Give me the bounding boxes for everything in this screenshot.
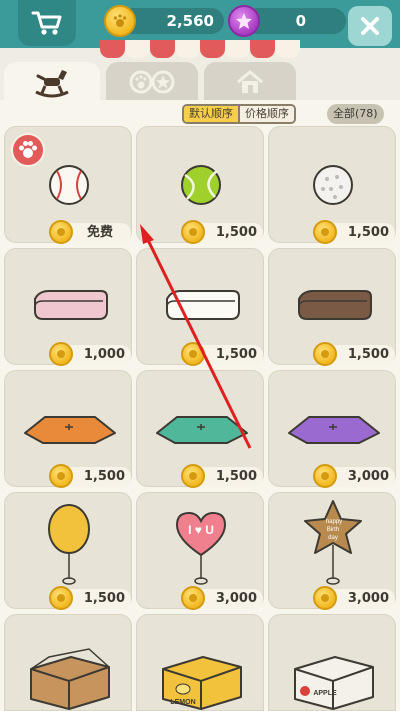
item-card[interactable]: 免费 [4,126,132,244]
pink-blanket-icon [34,290,108,320]
apple-box-icon: APPLE [294,656,374,710]
yellow-balloon-icon [48,504,90,585]
orange-cushion-icon [24,416,116,444]
coin-icon [313,464,337,488]
tennis-ball-icon [181,165,221,205]
item-grid: 免费 1,500 1,500 1,000 1,500 1,500 1,500 1… [0,0,400,711]
coin-icon [49,220,73,244]
price-tag: 1,500 [181,220,263,244]
item-card[interactable]: LEMON [136,614,264,711]
coin-icon [181,342,205,366]
white-ball-icon [313,165,353,205]
price-tag: 3,000 [181,586,263,610]
price-value: 3,000 [347,469,389,484]
item-card[interactable]: 3,000 [268,370,396,488]
price-tag: 1,500 [181,464,263,488]
item-card[interactable]: 1,500 [136,126,264,244]
item-card[interactable]: APPLE [268,614,396,711]
price-tag: 1,000 [49,342,131,366]
coin-icon [313,586,337,610]
coin-icon [181,586,205,610]
brown-blanket-icon [298,290,372,320]
price-tag: 免费 [49,220,131,244]
coin-icon [181,464,205,488]
coin-icon [49,464,73,488]
heart-balloon-text: I ♥ U [188,523,214,537]
price-tag: 3,000 [313,586,395,610]
lemon-box-icon: LEMON [162,656,242,710]
price-value: 1,000 [83,347,125,362]
baseball-icon [49,165,89,205]
heart-balloon-icon: I ♥ U [175,511,227,585]
coin-icon [49,342,73,366]
price-value: 3,000 [215,591,257,606]
item-card[interactable]: happy Birth day 3,000 [268,492,396,610]
price-tag: 1,500 [313,220,395,244]
price-tag: 1,500 [181,342,263,366]
star-balloon-line-3: day [328,535,338,541]
price-value: 1,500 [215,225,257,240]
price-value: 3,000 [347,591,389,606]
price-tag: 1,500 [313,342,395,366]
price-value: 1,500 [215,347,257,362]
price-value: 1,500 [347,225,389,240]
item-card[interactable]: 1,500 [136,370,264,488]
coin-icon [49,586,73,610]
lemon-box-text: LEMON [170,699,195,706]
teal-cushion-icon [156,416,248,444]
star-balloon-line-1: happy [326,519,342,525]
price-tag: 1,500 [49,586,131,610]
price-tag: 1,500 [49,464,131,488]
star-balloon-line-2: Birth [327,527,339,533]
item-card[interactable]: I ♥ U 3,000 [136,492,264,610]
item-card[interactable]: 1,500 [268,248,396,366]
price-value: 1,500 [215,469,257,484]
price-value: 1,500 [83,469,125,484]
price-value: 1,500 [347,347,389,362]
white-blanket-icon [166,290,240,320]
coin-icon [313,220,337,244]
apple-box-text: APPLE [313,690,337,697]
price-tag: 3,000 [313,464,395,488]
coin-icon [181,220,205,244]
item-card[interactable]: 1,500 [136,248,264,366]
item-card[interactable]: 1,500 [268,126,396,244]
purple-cushion-icon [288,416,380,444]
coin-icon [313,342,337,366]
item-card[interactable]: 1,500 [4,370,132,488]
price-value: 1,500 [83,591,125,606]
price-value: 免费 [86,225,113,240]
star-balloon-icon: happy Birth day [304,500,362,585]
cardboard-box-icon [30,648,110,710]
item-card[interactable]: 1,000 [4,248,132,366]
item-card[interactable]: 1,500 [4,492,132,610]
item-card[interactable] [4,614,132,711]
